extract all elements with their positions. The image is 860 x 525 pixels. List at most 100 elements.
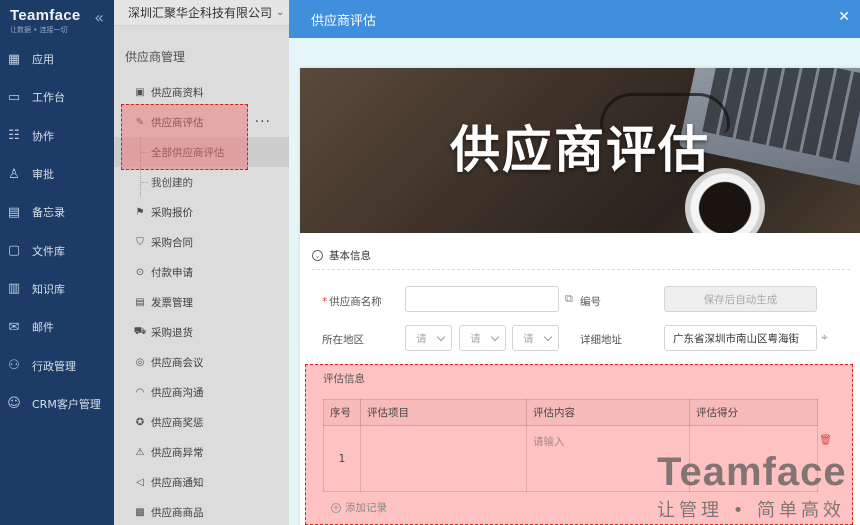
menu-item[interactable]: 我创建的 xyxy=(114,167,289,197)
eval-section: 评估信息 序号 评估项目 评估内容 评估得分 1 请输入 🗑 + 添加记录 xyxy=(305,364,853,525)
basic-info-label: 基本信息 xyxy=(329,250,371,262)
address-input[interactable]: 广东省深圳市南山区粤海街 xyxy=(664,325,817,351)
menu-item[interactable]: ◠ 供应商沟通 xyxy=(114,377,289,407)
location-icon[interactable]: ⌖ xyxy=(821,330,828,345)
menu-item[interactable]: ⛉ 采购合同 xyxy=(114,227,289,257)
menu-item[interactable]: ▤ 发票管理 xyxy=(114,287,289,317)
grid-icon: ▦ xyxy=(7,51,21,67)
menu-item[interactable]: ◁ 供应商通知 xyxy=(114,467,289,497)
payment-icon: ⊙ xyxy=(135,266,145,278)
more-icon[interactable]: ··· xyxy=(255,114,271,130)
menu-item-label: 采购合同 xyxy=(151,236,193,249)
menu-item-label: 全部供应商评估 xyxy=(151,146,225,159)
menu-item[interactable]: ⚑ 采购报价 xyxy=(114,197,289,227)
score-cell[interactable] xyxy=(689,425,818,492)
province-select[interactable]: 请 xyxy=(405,325,452,351)
book-icon: ▥ xyxy=(7,281,21,297)
caret-icon xyxy=(543,332,553,342)
chevron-down-icon: ⌄ xyxy=(312,250,323,261)
table-row: 1 请输入 xyxy=(323,425,818,492)
eval-title: 评估信息 xyxy=(323,373,365,385)
nav-item[interactable]: ☺ CRM客户管理 xyxy=(0,385,114,423)
item-cell[interactable] xyxy=(360,425,527,492)
col-index: 序号 xyxy=(323,399,361,426)
menu-item[interactable]: ▩ 供应商商品 xyxy=(114,497,289,525)
eval-table: 序号 评估项目 评估内容 评估得分 1 请输入 xyxy=(323,399,818,492)
trash-icon[interactable]: 🗑 xyxy=(819,435,832,446)
collapse-icon[interactable]: « xyxy=(94,8,104,27)
stamp-icon: ♙ xyxy=(8,166,20,182)
admin-icon: ⚇ xyxy=(8,358,20,374)
company-selector[interactable]: 深圳汇聚华企科技有限公司 ⌄ xyxy=(114,0,289,26)
nav-item[interactable]: ⚇ 行政管理 xyxy=(0,346,114,384)
region-label: 所在地区 xyxy=(322,334,364,346)
menu-item[interactable]: ◎ 供应商会议 xyxy=(114,347,289,377)
nav-item[interactable]: ▦ 应用 xyxy=(0,40,114,78)
close-icon[interactable]: ✕ xyxy=(838,9,850,25)
supplier-eval-modal: 供应商评估 ✕ 供应商评估 ⌄ 基本信息 * 供应商名称 ⧉ 编号 保存后自动生成… xyxy=(289,0,860,525)
nav-item[interactable]: ✉ 邮件 xyxy=(0,308,114,346)
menu-item[interactable]: ⚠ 供应商异常 xyxy=(114,437,289,467)
menu-item-label: 发票管理 xyxy=(151,296,193,309)
nav-item-label: 知识库 xyxy=(32,282,65,296)
menu-item[interactable]: ⛟ 采购退货 xyxy=(114,317,289,347)
row-index: 1 xyxy=(323,425,361,492)
menu-item-label: 供应商会议 xyxy=(151,356,204,369)
divider xyxy=(312,269,850,270)
add-record-label: 添加记录 xyxy=(345,502,387,514)
nav-item-label: CRM客户管理 xyxy=(32,397,101,411)
nav-item[interactable]: ▭ 工作台 xyxy=(0,78,114,116)
nav-item-label: 工作台 xyxy=(32,91,65,105)
menu-item-label: 供应商评估 xyxy=(151,116,204,129)
company-name: 深圳汇聚华企科技有限公司 xyxy=(128,6,273,20)
nav-item[interactable]: ▥ 知识库 xyxy=(0,270,114,308)
logo: Teamface 让数据 • 连接一切 « xyxy=(0,0,114,40)
nav-item[interactable]: ▤ 备忘录 xyxy=(0,193,114,231)
warning-icon: ⚠ xyxy=(135,446,145,458)
nav-item[interactable]: ☷ 协作 xyxy=(0,117,114,155)
crm-icon: ☺ xyxy=(7,396,21,412)
nav-item[interactable]: ♙ 审批 xyxy=(0,155,114,193)
banner-image: 供应商评估 xyxy=(300,68,860,233)
mail-icon: ✉ xyxy=(8,319,20,335)
plus-icon: + xyxy=(331,502,341,513)
id-card-icon: ▣ xyxy=(135,86,145,98)
col-score: 评估得分 xyxy=(689,399,818,426)
nav-item-label: 协作 xyxy=(32,129,54,143)
modal-header: 供应商评估 ✕ xyxy=(289,0,860,38)
nav-item-label: 备忘录 xyxy=(32,206,65,220)
cart-icon: ⛟ xyxy=(133,325,147,337)
menu-item-label: 我创建的 xyxy=(151,176,193,189)
supplier-name-label: * 供应商名称 xyxy=(322,294,382,309)
basic-info-header[interactable]: ⌄ 基本信息 xyxy=(312,248,371,263)
menu-item[interactable]: 全部供应商评估 xyxy=(114,137,289,167)
meeting-icon: ◎ xyxy=(135,356,145,368)
copy-icon[interactable]: ⧉ xyxy=(565,292,573,306)
edit-icon: ✎ xyxy=(135,116,145,128)
content-placeholder: 请输入 xyxy=(533,436,565,448)
module-menu: 深圳汇聚华企科技有限公司 ⌄ 供应商管理 ▣ 供应商资料 ✎ 供应商评估 ··· 全部供应… xyxy=(114,0,289,525)
city-select[interactable]: 请 xyxy=(459,325,506,351)
content-cell[interactable]: 请输入 xyxy=(526,425,690,492)
menu-item[interactable]: ⊙ 付款申请 xyxy=(114,257,289,287)
number-label: 编号 xyxy=(580,296,601,308)
memo-icon: ▤ xyxy=(7,204,21,220)
invoice-icon: ▤ xyxy=(135,296,145,308)
menu-item[interactable]: ✪ 供应商奖惩 xyxy=(114,407,289,437)
district-select-value: 请 xyxy=(523,332,534,345)
menu-item[interactable]: ▣ 供应商资料 xyxy=(114,77,289,107)
modal-title: 供应商评估 xyxy=(311,13,377,29)
headset-icon: ◠ xyxy=(135,386,145,398)
supplier-name-input[interactable] xyxy=(405,286,559,312)
main-nav: Teamface 让数据 • 连接一切 « ▦ 应用 ▭ 工作台 ☷ 协作 ♙ 审批 ▤ 备忘录 ▢… xyxy=(0,0,114,525)
nav-item[interactable]: ▢ 文件库 xyxy=(0,231,114,269)
nav-item-label: 文件库 xyxy=(32,244,65,258)
menu-item[interactable]: ✎ 供应商评估 ··· xyxy=(114,107,289,137)
eval-form: 供应商评估 ⌄ 基本信息 * 供应商名称 ⧉ 编号 保存后自动生成 所在地区 请 … xyxy=(300,68,860,525)
district-select[interactable]: 请 xyxy=(512,325,559,351)
required-mark: * xyxy=(322,296,328,308)
monitor-icon: ▭ xyxy=(7,89,21,105)
add-record-button[interactable]: + 添加记录 xyxy=(331,500,387,515)
team-icon: ☷ xyxy=(8,128,20,144)
menu-item-label: 供应商通知 xyxy=(151,476,204,489)
